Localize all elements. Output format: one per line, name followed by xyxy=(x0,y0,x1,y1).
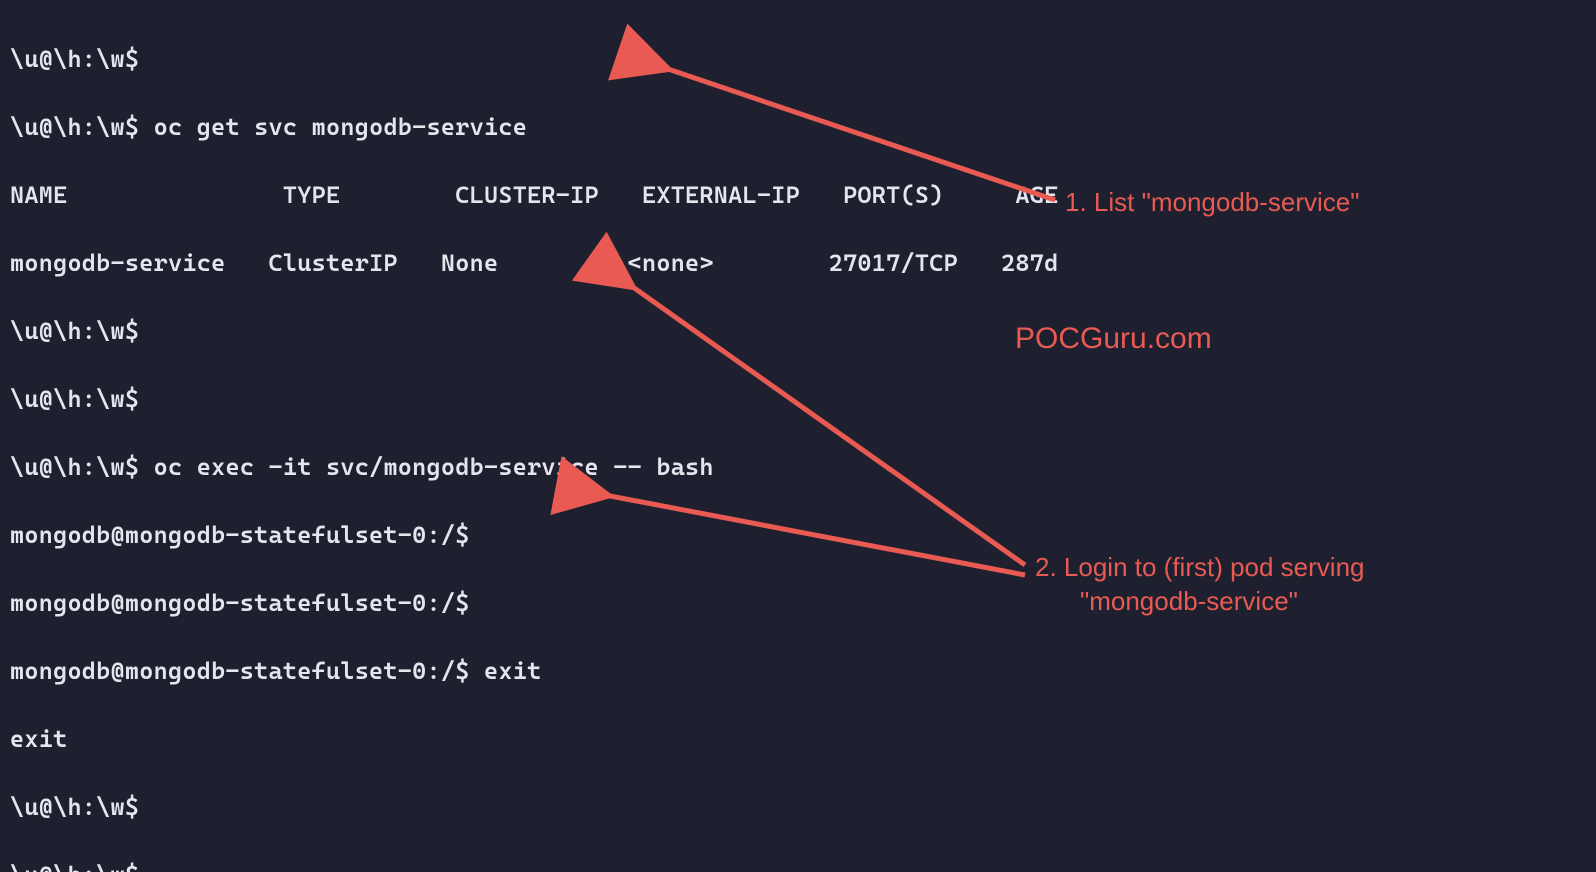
cell-external-ip: <none> xyxy=(628,249,714,277)
watermark: POCGuru.com xyxy=(1015,322,1212,356)
pod-prompt: mongodb@mongodb-statefulset-0:/$ xyxy=(10,589,470,617)
shell-prompt: \u@\h:\w$ xyxy=(10,113,139,141)
shell-prompt: \u@\h:\w$ xyxy=(10,45,139,73)
annotation-1: 1. List "mongodb-service" xyxy=(1065,185,1359,219)
terminal-line: \u@\h:\w$ xyxy=(10,858,1586,872)
cell-age: 287d xyxy=(1001,249,1058,277)
col-age: AGE xyxy=(1015,181,1058,209)
terminal-line: \u@\h:\w$ oc get svc mongodb-service xyxy=(10,110,1586,144)
annotation-2: 2. Login to (first) pod serving "mongodb… xyxy=(1035,550,1365,618)
svc-table-row: mongodb-service ClusterIP None <none> 27… xyxy=(10,246,1586,280)
col-ports: PORT(S) xyxy=(843,181,944,209)
cell-cluster-ip: None xyxy=(441,249,498,277)
cell-ports: 27017/TCP xyxy=(829,249,958,277)
shell-prompt: \u@\h:\w$ xyxy=(10,793,139,821)
command-text: oc get svc mongodb-service xyxy=(154,113,527,141)
command-text: exit xyxy=(484,657,541,685)
shell-prompt: \u@\h:\w$ xyxy=(10,385,139,413)
shell-prompt: \u@\h:\w$ xyxy=(10,453,139,481)
col-cluster-ip: CLUSTER-IP xyxy=(455,181,599,209)
shell-prompt: \u@\h:\w$ xyxy=(10,317,139,345)
cell-name: mongodb-service xyxy=(10,249,225,277)
terminal-line: mongodb@mongodb-statefulset-0:/$ xyxy=(10,518,1586,552)
terminal-output: exit xyxy=(10,722,1586,756)
col-name: NAME xyxy=(10,181,67,209)
pod-prompt: mongodb@mongodb-statefulset-0:/$ xyxy=(10,521,470,549)
terminal-line: \u@\h:\w$ xyxy=(10,42,1586,76)
command-text: oc exec -it svc/mongodb-service -- bash xyxy=(154,453,714,481)
terminal-line: mongodb@mongodb-statefulset-0:/$ exit xyxy=(10,654,1586,688)
terminal-line: \u@\h:\w$ oc exec -it svc/mongodb-servic… xyxy=(10,450,1586,484)
col-type: TYPE xyxy=(283,181,340,209)
terminal-line: \u@\h:\w$ xyxy=(10,382,1586,416)
pod-prompt: mongodb@mongodb-statefulset-0:/$ xyxy=(10,657,470,685)
terminal-line: \u@\h:\w$ xyxy=(10,314,1586,348)
terminal-window[interactable]: \u@\h:\w$ \u@\h:\w$ oc get svc mongodb-s… xyxy=(0,0,1596,872)
shell-prompt: \u@\h:\w$ xyxy=(10,861,139,872)
cell-type: ClusterIP xyxy=(269,249,398,277)
terminal-line: \u@\h:\w$ xyxy=(10,790,1586,824)
col-external-ip: EXTERNAL-IP xyxy=(642,181,800,209)
